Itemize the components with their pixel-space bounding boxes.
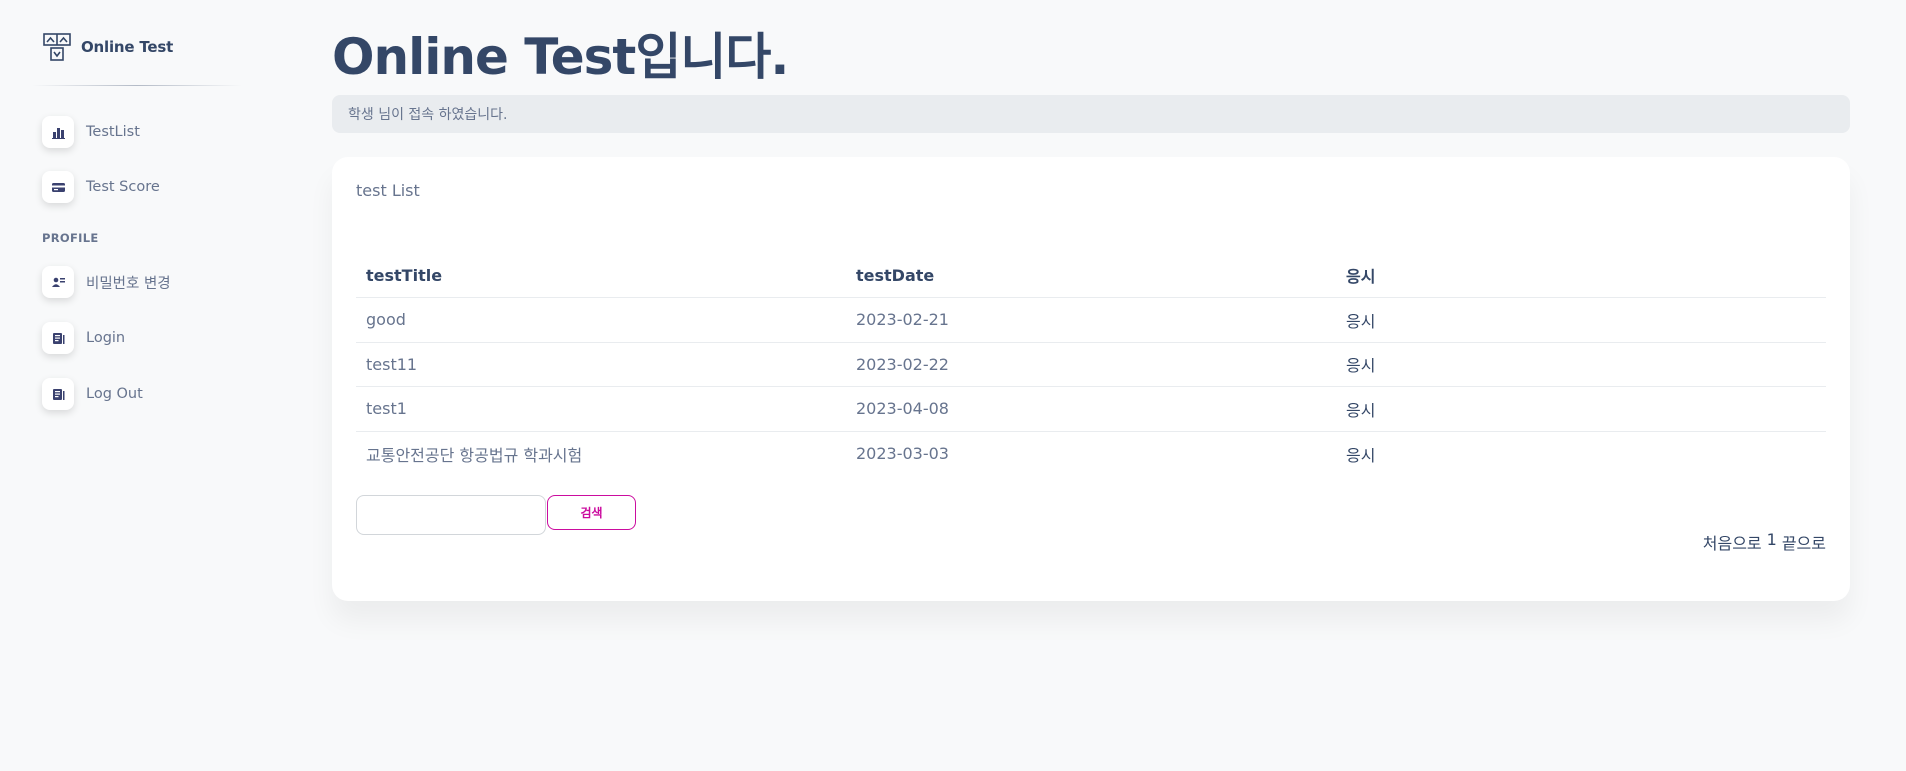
sidebar-item-label: 비밀번호 변경	[86, 275, 171, 292]
sidebar: Online Test TestList Test Score PROFILE …	[0, 0, 265, 771]
test-date-cell: 2023-03-03	[856, 444, 949, 463]
take-test-link[interactable]: 응시	[1336, 431, 1826, 476]
table-header-row: testTitle testDate 응시	[356, 253, 1826, 298]
test-title-cell: 교통안전공단 항공법규 학과시험	[366, 445, 583, 465]
document-icon	[42, 378, 74, 410]
column-header-take: 응시	[1336, 253, 1826, 298]
column-header-title: testTitle	[356, 253, 846, 298]
sidebar-item-label: Login	[86, 330, 126, 346]
column-header-date: testDate	[846, 253, 1336, 298]
pagination-last[interactable]: 끝으로	[1782, 530, 1826, 554]
credit-card-icon	[42, 171, 74, 203]
take-test-link[interactable]: 응시	[1336, 342, 1826, 387]
table-row: test1 2023-04-08 응시	[356, 386, 1826, 432]
test-date-cell: 2023-02-21	[846, 297, 1336, 343]
test-list-card: test List testTitle testDate 응시 good 202…	[332, 157, 1850, 601]
test-title-cell: test1	[356, 386, 846, 432]
page-title: Online Test입니다.	[332, 28, 789, 86]
notice-bar: 학생 님이 접속 하였습니다.	[332, 95, 1850, 133]
test-table: testTitle testDate 응시 good 2023-02-21 응시…	[356, 253, 1826, 476]
sidebar-item-change-password[interactable]: 비밀번호 변경	[42, 266, 171, 298]
sidebar-divider	[32, 85, 242, 86]
user-key-icon	[42, 266, 74, 298]
take-test-link[interactable]: 응시	[1336, 297, 1826, 343]
search-input[interactable]	[356, 495, 546, 535]
brand-name: Online Test	[81, 38, 174, 56]
take-test-link[interactable]: 응시	[1336, 386, 1826, 432]
pagination-first[interactable]: 처음으로	[1703, 530, 1762, 554]
test-title-cell: good	[356, 297, 846, 343]
test-logo-icon	[43, 33, 71, 61]
notice-text: 학생 님이 접속 하였습니다.	[348, 107, 508, 123]
sidebar-item-testlist[interactable]: TestList	[42, 116, 140, 148]
sidebar-item-label: TestList	[86, 124, 140, 140]
card-title: test List	[356, 181, 420, 200]
pagination-page[interactable]: 1	[1767, 530, 1777, 554]
pagination: 처음으로 1 끝으로	[1703, 530, 1826, 554]
chart-bar-icon	[42, 116, 74, 148]
sidebar-item-label: Log Out	[86, 386, 143, 402]
table-row: good 2023-02-21 응시	[356, 297, 1826, 343]
search-button[interactable]: 검색	[547, 495, 636, 530]
sidebar-item-login[interactable]: Login	[42, 322, 125, 354]
brand[interactable]: Online Test	[42, 30, 173, 64]
table-row: test11 2023-02-22 응시	[356, 342, 1826, 387]
test-date-cell: 2023-02-22	[846, 342, 1336, 387]
table-row: 교통안전공단 항공법규 학과시험 2023-03-03 응시	[356, 431, 1826, 476]
test-date-cell: 2023-04-08	[846, 386, 1336, 432]
section-heading-profile: PROFILE	[42, 231, 99, 245]
sidebar-item-logout[interactable]: Log Out	[42, 378, 143, 410]
document-icon	[42, 322, 74, 354]
sidebar-item-test-score[interactable]: Test Score	[42, 171, 160, 203]
sidebar-item-label: Test Score	[86, 179, 160, 195]
test-title-cell: test11	[356, 342, 846, 387]
